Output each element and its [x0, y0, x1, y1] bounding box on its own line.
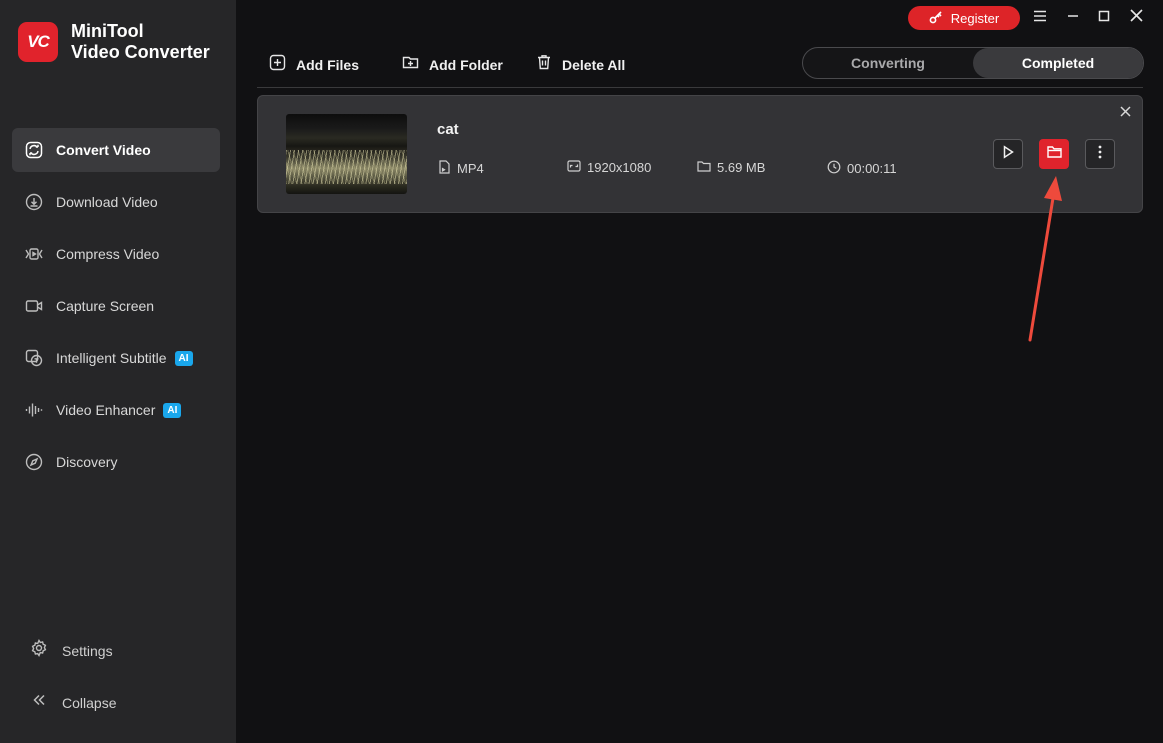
brand-title: MiniTool Video Converter — [71, 21, 210, 63]
sidebar-item-label: Download Video — [56, 194, 158, 210]
sidebar-item-capture-screen[interactable]: Capture Screen — [12, 284, 220, 328]
settings-button[interactable]: Settings — [30, 639, 113, 662]
sidebar-item-label: Video Enhancer — [56, 402, 156, 418]
play-button[interactable] — [993, 139, 1023, 169]
status-tabs: Converting Completed — [802, 47, 1144, 79]
settings-label: Settings — [62, 642, 113, 659]
sidebar-nav: Convert Video Download Video Compress Vi… — [12, 128, 220, 492]
open-folder-button[interactable] — [1039, 139, 1069, 169]
format-value: MP4 — [457, 161, 484, 176]
gear-icon — [30, 639, 48, 662]
video-thumbnail[interactable] — [286, 114, 407, 194]
maximize-icon — [1098, 9, 1110, 27]
brand: VC MiniTool Video Converter — [18, 21, 210, 63]
ai-badge: AI — [163, 402, 182, 418]
register-button[interactable]: Register — [908, 6, 1020, 30]
key-icon — [929, 10, 943, 27]
resolution-icon — [567, 160, 581, 175]
menu-button[interactable] — [1030, 8, 1050, 28]
waveform-icon — [24, 400, 44, 420]
minimize-icon — [1067, 9, 1079, 27]
sidebar-item-video-enhancer[interactable]: Video Enhancer AI — [12, 388, 220, 432]
sidebar-item-label: Compress Video — [56, 246, 160, 262]
format-info: MP4 — [438, 160, 484, 177]
sidebar-item-label: Discovery — [56, 454, 118, 470]
sidebar-item-compress-video[interactable]: Compress Video — [12, 232, 220, 276]
hamburger-icon — [1033, 9, 1047, 27]
minimize-button[interactable] — [1063, 8, 1083, 28]
camera-icon — [24, 296, 44, 316]
sidebar-item-convert-video[interactable]: Convert Video — [12, 128, 220, 172]
double-chevron-left-icon — [30, 691, 48, 714]
compress-icon — [24, 244, 44, 264]
delete-all-button[interactable]: Delete All — [536, 54, 625, 75]
close-icon — [1119, 104, 1131, 122]
brand-line1: MiniTool — [71, 21, 144, 41]
thumbnail-texture — [286, 150, 407, 184]
resolution-info: 1920x1080 — [567, 160, 651, 175]
annotation-arrow — [1020, 170, 1070, 350]
add-folder-label: Add Folder — [429, 56, 503, 73]
vertical-dots-icon — [1098, 145, 1102, 164]
duration-value: 00:00:11 — [847, 161, 897, 176]
more-options-button[interactable] — [1085, 139, 1115, 169]
download-icon — [24, 192, 44, 212]
resolution-value: 1920x1080 — [587, 160, 652, 175]
convert-icon — [24, 140, 44, 160]
sidebar: VC MiniTool Video Converter Convert Vide… — [0, 0, 236, 743]
add-folder-icon — [402, 54, 419, 75]
tab-completed[interactable]: Completed — [973, 48, 1143, 78]
sidebar-item-download-video[interactable]: Download Video — [12, 180, 220, 224]
maximize-button[interactable] — [1094, 8, 1114, 28]
folder-size-icon — [697, 160, 711, 175]
toolbar-divider — [257, 87, 1143, 88]
remove-file-button[interactable] — [1116, 104, 1134, 122]
file-card: cat MP4 1920x1080 5.69 MB 00:00:11 — [257, 95, 1143, 213]
compass-icon — [24, 452, 44, 472]
collapse-label: Collapse — [62, 694, 117, 711]
subtitle-icon — [24, 348, 44, 368]
sidebar-item-label: Convert Video — [56, 142, 151, 158]
size-value: 5.69 MB — [717, 160, 766, 175]
close-icon — [1129, 9, 1143, 27]
brand-line2: Video Converter — [71, 42, 210, 62]
add-file-icon — [269, 54, 286, 76]
tab-converting[interactable]: Converting — [803, 48, 973, 78]
play-icon — [1001, 144, 1015, 164]
sidebar-item-discovery[interactable]: Discovery — [12, 440, 220, 484]
collapse-button[interactable]: Collapse — [30, 691, 116, 714]
trash-icon — [536, 54, 552, 75]
ai-badge: AI — [174, 350, 193, 366]
sidebar-item-label: Capture Screen — [56, 298, 155, 314]
add-files-label: Add Files — [296, 57, 360, 73]
close-window-button[interactable] — [1126, 8, 1146, 28]
size-info: 5.69 MB — [697, 160, 765, 175]
clock-icon — [827, 160, 841, 177]
add-folder-button[interactable]: Add Folder — [402, 54, 503, 75]
add-files-button[interactable]: Add Files — [269, 54, 359, 76]
delete-all-label: Delete All — [562, 56, 626, 73]
file-format-icon — [438, 160, 451, 177]
app-logo: VC — [18, 22, 58, 62]
duration-info: 00:00:11 — [827, 160, 897, 177]
folder-icon — [1046, 145, 1062, 163]
sidebar-item-intelligent-subtitle[interactable]: Intelligent Subtitle AI — [12, 336, 220, 380]
sidebar-item-label: Intelligent Subtitle — [56, 350, 167, 366]
register-label: Register — [950, 10, 1000, 26]
file-name: cat — [437, 121, 459, 138]
